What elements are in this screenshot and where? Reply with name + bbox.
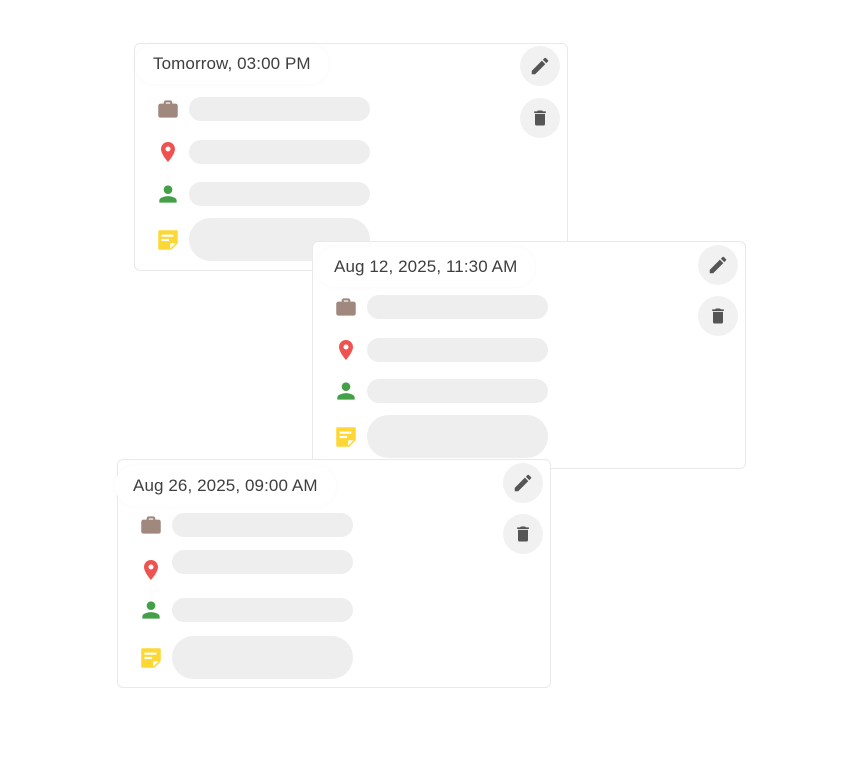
edit-button[interactable] (520, 46, 560, 86)
note-row (331, 415, 548, 458)
location-placeholder (172, 550, 353, 574)
edit-button[interactable] (698, 245, 738, 285)
briefcase-icon (331, 292, 361, 322)
person-row (331, 376, 548, 406)
event-list: Tomorrow, 03:00 PM Aug 12, 2025, 11:30 A… (0, 0, 845, 757)
note-row (136, 636, 353, 679)
category-placeholder (189, 97, 370, 121)
event-datetime: Aug 12, 2025, 11:30 AM (316, 247, 536, 287)
category-placeholder (172, 513, 353, 537)
person-icon (136, 595, 166, 625)
category-placeholder (367, 295, 548, 319)
location-row (136, 550, 353, 585)
sticky-note-icon (331, 422, 361, 452)
category-row (153, 94, 370, 124)
trash-icon (712, 308, 724, 324)
person-placeholder (189, 182, 370, 206)
person-row (153, 179, 370, 209)
person-placeholder (367, 379, 548, 403)
location-pin-icon (136, 555, 166, 585)
event-datetime: Tomorrow, 03:00 PM (135, 44, 329, 84)
note-placeholder (172, 636, 353, 679)
location-placeholder (367, 338, 548, 362)
edit-button[interactable] (503, 463, 543, 503)
location-pin-icon (331, 335, 361, 365)
person-icon (331, 376, 361, 406)
location-row (331, 335, 548, 365)
note-placeholder (367, 415, 548, 458)
location-placeholder (189, 140, 370, 164)
delete-button[interactable] (520, 98, 560, 138)
event-card: Tomorrow, 03:00 PM (134, 43, 568, 271)
delete-button[interactable] (503, 514, 543, 554)
delete-button[interactable] (698, 296, 738, 336)
category-row (331, 292, 548, 322)
briefcase-icon (136, 510, 166, 540)
sticky-note-icon (153, 225, 183, 255)
event-datetime: Aug 26, 2025, 09:00 AM (115, 466, 336, 506)
location-pin-icon (153, 137, 183, 167)
person-row (136, 595, 353, 625)
pencil-icon (709, 256, 727, 274)
trash-icon (534, 110, 546, 126)
sticky-note-icon (136, 643, 166, 673)
person-icon (153, 179, 183, 209)
briefcase-icon (153, 94, 183, 124)
event-card: Aug 12, 2025, 11:30 AM (312, 241, 746, 469)
pencil-icon (514, 474, 532, 492)
trash-icon (517, 526, 529, 542)
pencil-icon (531, 57, 549, 75)
location-row (153, 137, 370, 167)
event-card: Aug 26, 2025, 09:00 AM (115, 459, 551, 688)
category-row (136, 510, 353, 540)
person-placeholder (172, 598, 353, 622)
